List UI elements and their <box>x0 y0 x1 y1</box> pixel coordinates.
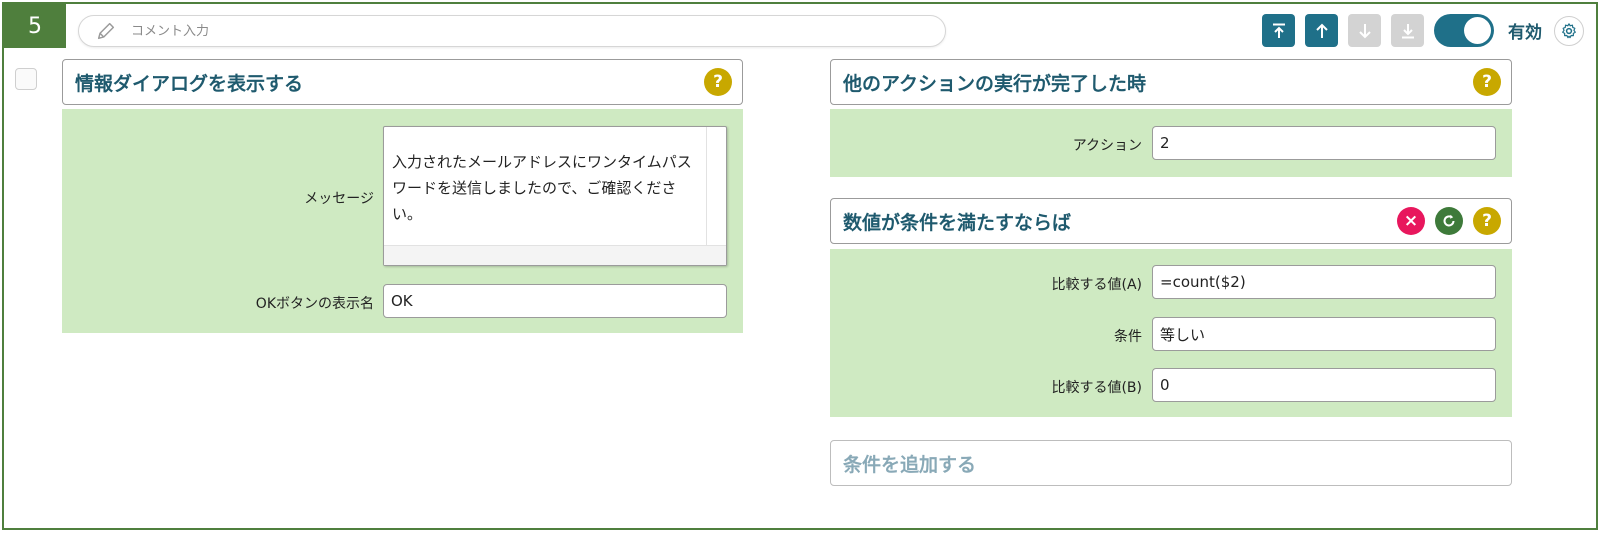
reload-icon[interactable] <box>1435 207 1463 235</box>
message-textarea[interactable]: 入力されたメールアドレスにワンタイムパスワードを送信しましたので、ご確認ください… <box>383 126 727 266</box>
move-to-bottom-button[interactable] <box>1391 14 1424 47</box>
ok-button-name-input[interactable]: OK <box>383 284 727 318</box>
action-header: 情報ダイアログを表示する ? <box>62 59 743 105</box>
settings-button[interactable] <box>1554 15 1584 46</box>
pencil-icon <box>97 22 115 40</box>
trigger-title: 他のアクションの実行が完了した時 <box>843 72 1147 95</box>
comment-box[interactable] <box>78 15 946 47</box>
move-to-top-button[interactable] <box>1262 14 1295 47</box>
vertical-scrollbar[interactable] <box>706 127 726 245</box>
condition-header: 数値が条件を満たすならば × ? <box>830 198 1512 244</box>
refresh-icon <box>1443 214 1455 227</box>
arrow-to-top-icon <box>1272 23 1285 38</box>
enabled-label: 有効 <box>1508 23 1542 43</box>
enabled-toggle[interactable] <box>1434 14 1494 47</box>
compare-a-input[interactable]: =count($2) <box>1152 265 1496 299</box>
condition-title: 数値が条件を満たすならば <box>843 211 1072 234</box>
help-icon[interactable]: ? <box>1473 207 1501 235</box>
trigger-header: 他のアクションの実行が完了した時 ? <box>830 59 1512 105</box>
ok-label: OKボタンの表示名 <box>255 296 374 312</box>
step-select-checkbox[interactable] <box>15 68 37 90</box>
horizontal-scrollbar[interactable] <box>384 245 726 265</box>
condition-label: 条件 <box>1114 329 1142 345</box>
action-title: 情報ダイアログを表示する <box>75 72 304 95</box>
step-toolbar: 有効 <box>1252 14 1584 47</box>
delete-icon[interactable]: × <box>1397 207 1425 235</box>
move-down-button[interactable] <box>1348 14 1381 47</box>
message-label: メッセージ <box>304 191 374 207</box>
help-icon[interactable]: ? <box>1473 68 1501 96</box>
arrow-to-bottom-icon <box>1401 23 1414 38</box>
action-input[interactable]: 2 <box>1152 126 1496 160</box>
compare-b-input[interactable]: 0 <box>1152 368 1496 402</box>
action-label: アクション <box>1072 138 1142 154</box>
step-number-badge: 5 <box>4 4 66 48</box>
compare-a-label: 比較する値(A) <box>1051 277 1142 293</box>
add-condition-button[interactable]: 条件を追加する <box>830 440 1512 486</box>
message-text: 入力されたメールアドレスにワンタイムパスワードを送信しましたので、ご確認ください… <box>392 153 692 223</box>
help-icon[interactable]: ? <box>704 68 732 96</box>
compare-b-label: 比較する値(B) <box>1051 380 1142 396</box>
arrow-down-icon <box>1358 23 1371 38</box>
arrow-up-icon <box>1315 23 1328 38</box>
move-up-button[interactable] <box>1305 14 1338 47</box>
gear-icon <box>1562 22 1576 38</box>
condition-select[interactable]: 等しい <box>1152 317 1496 351</box>
toggle-knob <box>1464 17 1491 44</box>
comment-input[interactable] <box>131 23 891 39</box>
